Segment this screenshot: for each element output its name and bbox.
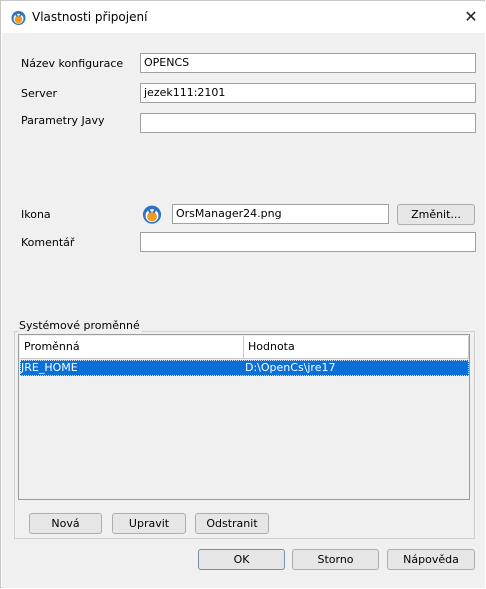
variable-name-cell: JRE_HOME (21, 361, 78, 374)
new-variable-button[interactable]: Nová (29, 513, 102, 534)
config-name-field[interactable]: OPENCS (140, 53, 476, 73)
java-params-label: Parametry Javy (21, 114, 105, 127)
comment-label: Komentář (21, 236, 75, 249)
change-icon-button[interactable]: Změnit... (397, 204, 475, 225)
icon-label: Ikona (21, 208, 51, 221)
server-field[interactable]: jezek111:2101 (140, 83, 476, 103)
variable-value-cell: D:\OpenCs\jre17 (245, 361, 336, 374)
ors-logo-icon (142, 205, 162, 224)
variables-table[interactable]: Proměnná Hodnota JRE_HOME D:\OpenCs\jre1… (18, 334, 470, 500)
column-header-variable[interactable]: Proměnná (20, 336, 244, 359)
server-label: Server (21, 87, 58, 100)
column-header-value[interactable]: Hodnota (244, 336, 469, 359)
ors-logo-icon (11, 11, 26, 25)
cancel-button[interactable]: Storno (292, 549, 379, 570)
comment-field[interactable] (140, 232, 476, 252)
window-title: Vlastnosti připojení (32, 10, 148, 24)
edit-variable-button[interactable]: Upravit (112, 513, 186, 534)
config-name-label: Název konfigurace (21, 57, 124, 70)
java-params-field[interactable] (140, 113, 476, 133)
close-icon[interactable]: ✕ (460, 7, 482, 27)
icon-file-field[interactable]: OrsManager24.png (172, 204, 389, 224)
system-variables-label: Systémové proměnné (19, 319, 142, 332)
table-row[interactable]: JRE_HOME D:\OpenCs\jre17 (20, 360, 469, 376)
remove-variable-button[interactable]: Odstranit (195, 513, 269, 534)
help-button[interactable]: Nápověda (387, 549, 475, 570)
ok-button[interactable]: OK (198, 549, 285, 570)
